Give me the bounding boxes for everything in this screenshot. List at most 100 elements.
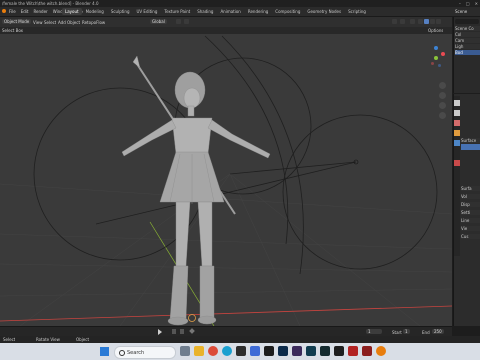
start-frame-field[interactable]: 1 <box>403 329 410 334</box>
grid-ortho-icon[interactable] <box>439 112 446 119</box>
jump-end-icon[interactable] <box>180 329 184 334</box>
axis-neg-z-icon[interactable] <box>438 64 441 67</box>
options-dropdown[interactable]: Options <box>428 28 443 33</box>
app-icon[interactable] <box>250 346 260 356</box>
tab-texture-paint[interactable]: Texture Paint <box>161 8 193 15</box>
shading-rendered-icon[interactable] <box>436 19 441 24</box>
blender-logo-icon[interactable] <box>2 9 6 13</box>
maximize-button[interactable]: □ <box>466 1 470 6</box>
menu-add[interactable]: Add <box>58 20 66 25</box>
tab-compositing[interactable]: Compositing <box>272 8 303 15</box>
material-tab-icon[interactable] <box>454 160 460 166</box>
window-title: /female the Witch\the witch.blend] - Ble… <box>2 1 99 6</box>
app-icon[interactable] <box>236 346 246 356</box>
app-icon[interactable] <box>264 346 274 356</box>
outliner-item-selected[interactable]: Bod <box>455 50 480 55</box>
overlays-icon[interactable] <box>400 19 405 24</box>
jump-start-icon[interactable] <box>172 329 176 334</box>
file-explorer-icon[interactable] <box>194 346 204 356</box>
tab-animation[interactable]: Animation <box>217 8 243 15</box>
prop-section-surface[interactable]: Surfa <box>461 186 480 191</box>
output-tab-icon[interactable] <box>454 110 460 116</box>
shading-wireframe-icon[interactable] <box>418 19 423 24</box>
visibility-icon[interactable] <box>392 19 397 24</box>
end-frame-label: End <box>422 330 430 335</box>
snap-icon[interactable] <box>176 19 181 24</box>
zoom-icon[interactable] <box>439 82 446 89</box>
app-icon[interactable] <box>362 346 372 356</box>
prop-section-settings[interactable]: Setti <box>461 210 480 215</box>
acrobat-icon[interactable] <box>348 346 358 356</box>
outliner-item[interactable]: Col <box>455 32 480 37</box>
shading-solid-icon[interactable] <box>424 19 429 24</box>
menu-retopoflow[interactable]: RetopoFlow <box>82 20 105 25</box>
app-icon[interactable] <box>292 346 302 356</box>
menu-file[interactable]: File <box>9 9 16 14</box>
viewport-canvas[interactable] <box>0 34 452 326</box>
tab-scripting[interactable]: Scripting <box>345 8 369 15</box>
menu-render[interactable]: Render <box>33 9 47 14</box>
close-button[interactable]: ✕ <box>475 1 478 6</box>
menu-object[interactable]: Object <box>67 20 80 25</box>
pan-hand-icon[interactable] <box>439 92 446 99</box>
menu-edit[interactable]: Edit <box>21 9 29 14</box>
outliner-item[interactable]: Ligh <box>455 44 480 49</box>
axis-y-icon[interactable] <box>434 56 438 60</box>
search-field[interactable] <box>455 19 479 24</box>
transform-orientation-dropdown[interactable]: Global <box>150 19 167 24</box>
end-frame-field[interactable]: 250 <box>432 329 444 334</box>
search-placeholder: Search <box>127 350 145 356</box>
app-icon[interactable] <box>306 346 316 356</box>
app-icon[interactable] <box>334 346 344 356</box>
scene-selector[interactable]: Scene <box>455 9 467 14</box>
object-tab-icon[interactable] <box>454 130 460 136</box>
prop-section-displacement[interactable]: Disp <box>461 202 480 207</box>
axis-x-icon[interactable] <box>441 52 445 56</box>
camera-view-icon[interactable] <box>439 102 446 109</box>
outliner-item[interactable]: Scene Co <box>455 26 480 31</box>
tab-uv-editing[interactable]: UV Editing <box>134 8 161 15</box>
outliner-item[interactable]: Cam <box>455 38 480 43</box>
minimize-button[interactable]: – <box>459 1 461 6</box>
keyframe-icon[interactable] <box>189 328 195 334</box>
tab-modeling[interactable]: Modeling <box>83 8 107 15</box>
proportional-edit-icon[interactable] <box>184 19 189 24</box>
axis-neg-x-icon[interactable] <box>431 62 434 65</box>
scene-tab-icon[interactable] <box>454 120 460 126</box>
material-slot[interactable] <box>461 144 480 150</box>
chrome-icon[interactable] <box>208 346 218 356</box>
photoshop-icon[interactable] <box>278 346 288 356</box>
tab-rendering[interactable]: Rendering <box>245 8 271 15</box>
taskbar-search[interactable]: Search <box>114 346 176 359</box>
modifier-tab-icon[interactable] <box>454 140 460 146</box>
prop-section-custom[interactable]: Cus <box>461 234 480 239</box>
surface-header[interactable]: Surface <box>461 138 480 143</box>
mode-dropdown[interactable]: Object Mode <box>2 19 32 24</box>
menu-view[interactable]: View <box>33 20 43 25</box>
start-menu-icon[interactable] <box>100 347 109 356</box>
render-tab-icon[interactable] <box>454 100 460 106</box>
status-rotate: Rotate View <box>36 337 60 342</box>
blender-icon[interactable] <box>376 346 386 356</box>
status-bar: Select Rotate View Object <box>0 336 480 343</box>
properties-panel: Surface Surfa Vol Disp Setti Line Vie Cu… <box>453 94 480 326</box>
prop-section-viewport[interactable]: Vie <box>461 226 480 231</box>
play-icon[interactable] <box>158 329 162 335</box>
taskview-icon[interactable] <box>180 346 190 356</box>
xray-icon[interactable] <box>410 19 415 24</box>
edge-icon[interactable] <box>222 346 232 356</box>
tab-shading[interactable]: Shading <box>194 8 216 15</box>
select-box-tool[interactable]: Select Box <box>2 28 23 33</box>
navigation-gizmo[interactable] <box>428 46 448 80</box>
menu-select[interactable]: Select <box>44 20 56 25</box>
3d-viewport[interactable] <box>0 34 452 326</box>
axis-z-icon[interactable] <box>434 46 438 50</box>
app-icon[interactable] <box>320 346 330 356</box>
tab-sculpting[interactable]: Sculpting <box>108 8 133 15</box>
tab-layout[interactable]: Layout <box>62 8 82 15</box>
shading-material-icon[interactable] <box>430 19 435 24</box>
current-frame-field[interactable]: 1 <box>366 329 382 334</box>
prop-section-lineart[interactable]: Line <box>461 218 480 223</box>
prop-section-volume[interactable]: Vol <box>461 194 480 199</box>
tab-geometry-nodes[interactable]: Geometry Nodes <box>304 8 344 15</box>
